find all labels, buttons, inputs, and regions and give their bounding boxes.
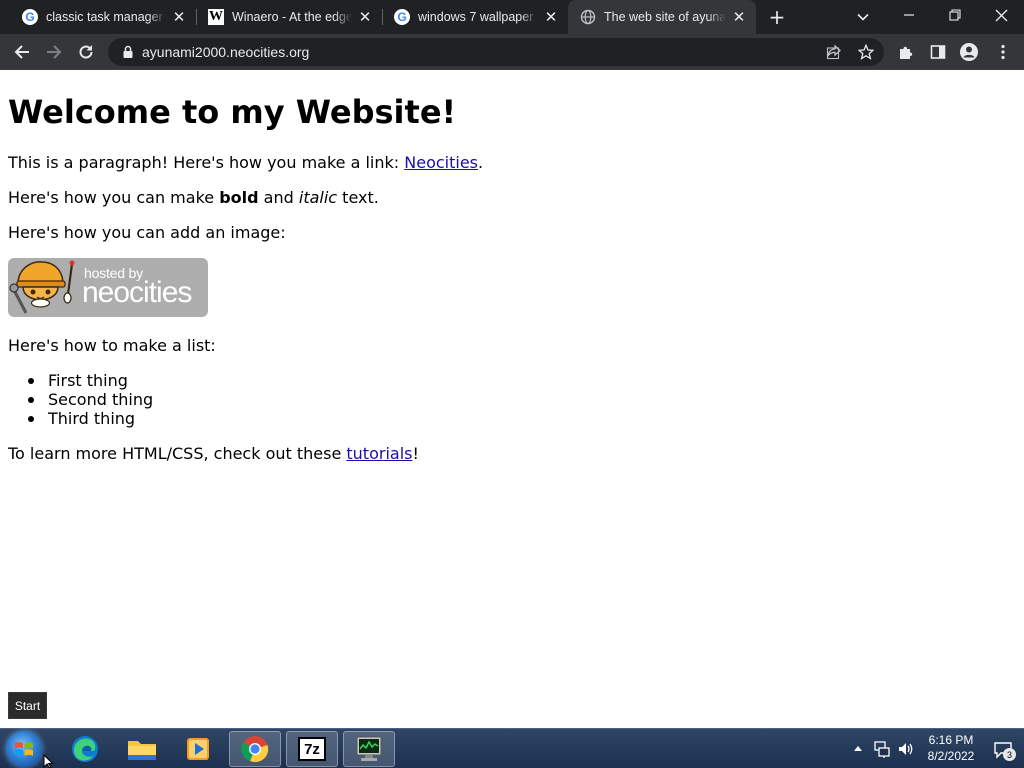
edge-icon xyxy=(72,736,98,762)
close-tab-icon[interactable]: ✕ xyxy=(170,8,188,26)
back-button[interactable] xyxy=(7,37,37,67)
file-explorer-icon xyxy=(128,741,156,760)
tab-strip: G classic task manager d ✕ W Winaero - A… xyxy=(0,0,1024,34)
google-icon: G xyxy=(394,9,410,25)
start-button[interactable] xyxy=(6,731,42,767)
paragraph-end: text. xyxy=(337,188,379,207)
mouse-cursor-icon xyxy=(43,754,54,768)
show-hidden-icons-button[interactable] xyxy=(851,741,865,755)
google-icon: G xyxy=(22,9,38,25)
tab-title: Winaero - At the edge xyxy=(232,10,352,24)
windows-logo-icon xyxy=(15,742,33,756)
paragraph-end: . xyxy=(478,153,484,172)
share-icon[interactable] xyxy=(822,40,846,64)
profile-button[interactable] xyxy=(954,37,984,67)
paragraph-tutorials: To learn more HTML/CSS, check out these … xyxy=(8,444,419,464)
clock-date: 8/2/2022 xyxy=(927,749,975,763)
list-item: Third thing xyxy=(27,409,153,428)
new-tab-button[interactable]: + xyxy=(764,5,790,29)
hosted-by-neocities-badge: hosted by neocities xyxy=(8,258,208,317)
tab-title: classic task manager d xyxy=(46,10,166,24)
neocities-cat-mascot-icon xyxy=(9,260,75,314)
tab-search-chevron-icon[interactable] xyxy=(850,5,876,29)
taskbar: 7z 6:16 PM 8/2/2022 3 xyxy=(0,728,1024,768)
paragraph-text: and xyxy=(258,188,299,207)
tab-ayunami-website[interactable]: The web site of ayunam ✕ xyxy=(568,0,756,34)
browser-toolbar: ayunami2000.neocities.org xyxy=(0,34,1024,70)
menu-button[interactable] xyxy=(988,37,1018,67)
task-manager-taskbar-button[interactable] xyxy=(343,731,395,767)
restore-button[interactable] xyxy=(932,0,978,30)
paragraph-text: Here's how you can make xyxy=(8,188,220,207)
page-heading: Welcome to my Website! xyxy=(8,93,457,131)
tab-windows-7-wallpaper[interactable]: G windows 7 wallpaper - ✕ xyxy=(382,0,568,34)
paragraph-text: This is a paragraph! Here's how you make… xyxy=(8,153,405,172)
chrome-icon xyxy=(241,736,269,763)
bulleted-list: First thing Second thing Third thing xyxy=(27,371,154,428)
italic-text: italic xyxy=(298,188,338,207)
side-panel-button[interactable] xyxy=(923,37,953,67)
badge-neocities-text: neocities xyxy=(82,276,192,309)
chrome-taskbar-button[interactable] xyxy=(229,731,281,767)
paragraph-formatting: Here's how you can make bold and italic … xyxy=(8,188,379,208)
side-panel-icon xyxy=(930,45,946,59)
tab-winaero[interactable]: W Winaero - At the edge ✕ xyxy=(196,0,382,34)
close-window-button[interactable] xyxy=(978,0,1024,30)
system-clock[interactable]: 6:16 PM 8/2/2022 xyxy=(920,732,982,764)
list-item: First thing xyxy=(27,371,153,390)
puzzle-icon xyxy=(900,46,913,59)
reload-button[interactable] xyxy=(71,37,101,67)
tab-classic-task-manager[interactable]: G classic task manager d ✕ xyxy=(10,0,196,34)
chevron-up-icon xyxy=(854,746,862,751)
start-tooltip: Start xyxy=(8,692,47,719)
7zip-taskbar-button[interactable]: 7z xyxy=(286,731,338,767)
close-tab-icon[interactable]: ✕ xyxy=(356,8,374,26)
minimize-button[interactable] xyxy=(886,0,932,30)
paragraph-image: Here's how you can add an image: xyxy=(8,223,286,242)
media-player-taskbar-button[interactable] xyxy=(172,731,224,767)
neocities-link[interactable]: Neocities xyxy=(404,153,478,172)
file-explorer-taskbar-button[interactable] xyxy=(116,731,168,767)
web-page: Welcome to my Website! This is a paragra… xyxy=(0,71,1024,728)
extensions-button[interactable] xyxy=(891,37,921,67)
kebab-menu-icon xyxy=(1001,44,1005,60)
tab-title: The web site of ayunam xyxy=(604,10,726,24)
edge-taskbar-button[interactable] xyxy=(59,731,111,767)
globe-icon xyxy=(580,9,596,25)
forward-arrow-icon xyxy=(47,45,62,59)
7zip-icon: 7z xyxy=(298,737,326,761)
paragraph-link: This is a paragraph! Here's how you make… xyxy=(8,153,483,173)
winaero-icon: W xyxy=(208,9,224,25)
paragraph-list: Here's how to make a list: xyxy=(8,336,216,355)
close-tab-icon[interactable]: ✕ xyxy=(730,8,748,26)
task-manager-icon xyxy=(356,736,382,761)
reload-icon xyxy=(79,45,93,59)
lock-icon[interactable] xyxy=(120,44,136,60)
bookmark-star-icon[interactable] xyxy=(854,40,878,64)
notification-count-badge: 3 xyxy=(1003,748,1016,761)
action-center-button[interactable]: 3 xyxy=(990,738,1016,762)
address-bar[interactable]: ayunami2000.neocities.org xyxy=(108,38,884,66)
profile-avatar-icon xyxy=(960,43,978,61)
volume-icon[interactable] xyxy=(897,740,915,758)
media-player-icon xyxy=(187,738,209,760)
bold-text: bold xyxy=(219,188,259,207)
tutorials-link[interactable]: tutorials xyxy=(346,444,412,463)
close-tab-icon[interactable]: ✕ xyxy=(542,8,560,26)
paragraph-end: ! xyxy=(412,444,419,463)
list-item: Second thing xyxy=(27,390,154,409)
network-icon[interactable] xyxy=(873,740,891,758)
paragraph-text: To learn more HTML/CSS, check out these xyxy=(8,444,347,463)
url-text[interactable]: ayunami2000.neocities.org xyxy=(142,44,309,60)
forward-button[interactable] xyxy=(39,37,69,67)
clock-time: 6:16 PM xyxy=(928,733,974,747)
back-arrow-icon xyxy=(14,45,29,59)
tab-title: windows 7 wallpaper - xyxy=(418,10,538,24)
